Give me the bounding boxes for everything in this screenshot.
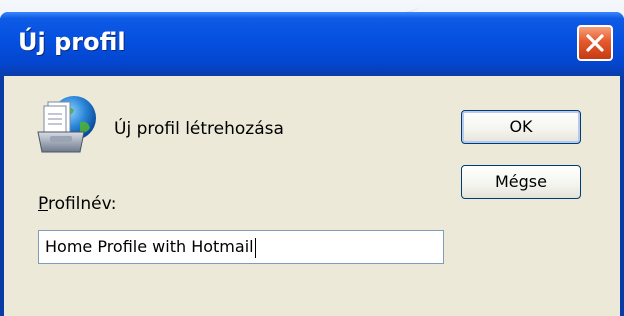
profile-name-input[interactable]: Home Profile with Hotmail bbox=[38, 230, 444, 264]
new-profile-dialog: Új profil Új profil létrehozása OK Mégse… bbox=[0, 12, 624, 316]
profile-label-accelerator: P bbox=[38, 194, 48, 214]
profile-label-text: rofilnév: bbox=[47, 194, 117, 214]
dialog-body: Új profil létrehozása OK Mégse Profilnév… bbox=[4, 76, 620, 316]
profile-name-label: Profilnév: bbox=[38, 194, 117, 214]
text-caret bbox=[254, 237, 256, 258]
dialog-title: Új profil bbox=[18, 28, 126, 56]
ok-button[interactable]: OK bbox=[461, 110, 581, 144]
close-button[interactable] bbox=[577, 25, 613, 61]
mail-profile-icon bbox=[37, 96, 96, 153]
title-bar[interactable]: Új profil bbox=[0, 12, 624, 76]
close-icon bbox=[586, 34, 604, 52]
create-profile-text: Új profil létrehozása bbox=[114, 119, 284, 139]
cancel-button[interactable]: Mégse bbox=[461, 165, 581, 199]
profile-name-value: Home Profile with Hotmail bbox=[45, 237, 254, 256]
